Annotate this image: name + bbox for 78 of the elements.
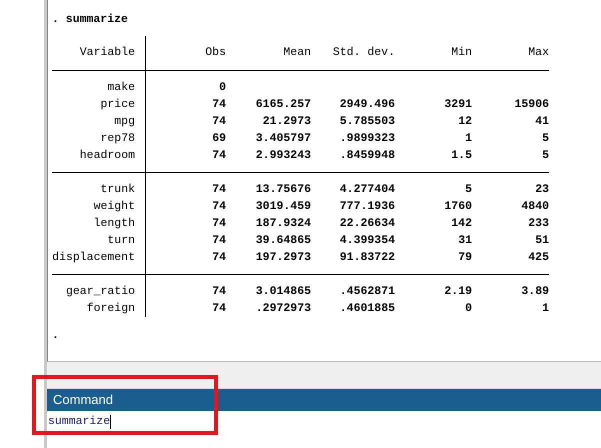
- table-cell-text: 2949.496: [340, 96, 395, 113]
- table-cell-text: 1760: [444, 198, 472, 215]
- table-cell-text: 4.277404: [340, 182, 395, 198]
- table-cell-text: 187.9324: [256, 216, 311, 232]
- text-cursor: [110, 415, 112, 429]
- table-cell-text: 31: [458, 232, 472, 249]
- column-header: Max: [528, 45, 549, 62]
- table-cell-text: 6165.257: [256, 96, 311, 113]
- variable-name: mpg: [114, 114, 135, 130]
- variable-name: rep78: [100, 130, 135, 147]
- table-cell-text: 3019.459: [256, 198, 311, 215]
- table-cell-text: 5: [542, 148, 549, 164]
- column-header: Mean: [283, 45, 311, 62]
- variable-name: foreign: [86, 300, 135, 317]
- table-cell-text: .8459948: [340, 148, 395, 164]
- table-cell-text: 1.5: [451, 148, 472, 164]
- table-cell-text: 2.993243: [256, 148, 311, 164]
- variable-name: headroom: [80, 148, 135, 164]
- table-cell-text: 4840: [521, 198, 549, 215]
- variable-name: gear_ratio: [66, 284, 135, 300]
- variable-name: length: [94, 216, 135, 232]
- table-cell-text: 74: [212, 114, 226, 130]
- table-cell-text: 3291: [444, 96, 472, 113]
- table-cell-text: 51: [535, 232, 549, 249]
- command-echo: . summarize: [52, 12, 128, 28]
- table-cell-text: 233: [528, 216, 549, 232]
- table-cell-text: 74: [212, 96, 226, 113]
- variable-name: weight: [94, 198, 135, 215]
- table-cell-text: 39.64865: [256, 232, 311, 249]
- table-cell-text: 41: [535, 114, 549, 130]
- table-cell-text: 777.1936: [340, 198, 395, 215]
- column-header: Obs: [205, 45, 226, 62]
- table-cell-text: 69: [212, 130, 226, 147]
- panel-title: Command: [47, 389, 601, 411]
- table-cell-text: .9899323: [340, 130, 395, 147]
- variable-name: displacement: [52, 250, 135, 266]
- table-cell-text: 142: [451, 216, 472, 232]
- table-cell-text: 12: [458, 114, 472, 130]
- table-cell-text: 1: [465, 130, 472, 147]
- table-cell-text: 1: [542, 300, 549, 317]
- table-cell-text: 15906: [514, 96, 549, 113]
- table-cell-text: 74: [212, 216, 226, 232]
- table-cell-text: 3.89: [521, 284, 549, 300]
- table-cell-text: 22.26634: [340, 216, 395, 232]
- column-header: Min: [451, 45, 472, 62]
- table-cell-text: 74: [212, 300, 226, 317]
- table-cell-text: 0: [465, 300, 472, 317]
- table-cell-text: 3.405797: [256, 130, 311, 147]
- table-cell-text: 4.399354: [340, 232, 395, 249]
- variable-name: make: [107, 80, 135, 96]
- table-cell-text: 91.83722: [340, 250, 395, 266]
- variable-name: trunk: [100, 182, 135, 198]
- table-cell-text: 0: [219, 80, 226, 96]
- variable-name: price: [100, 96, 135, 113]
- table-cell-text: 13.75676: [256, 182, 311, 198]
- table-cell-text: 74: [212, 250, 226, 266]
- variable-name: turn: [107, 232, 135, 249]
- table-cell-text: 74: [212, 232, 226, 249]
- table-cell-text: .4562871: [340, 284, 395, 300]
- prompt-dot: .: [52, 328, 59, 344]
- table-cell-text: .4601885: [340, 300, 395, 317]
- table-cell-text: .2972973: [256, 300, 311, 317]
- column-header: Variable: [80, 45, 135, 62]
- table-cell-text: 425: [528, 250, 549, 266]
- table-cell-text: 23: [535, 182, 549, 198]
- table-cell-text: 21.2973: [262, 114, 311, 130]
- table-cell-text: 197.2973: [256, 250, 311, 266]
- table-cell-text: 3.014865: [256, 284, 311, 300]
- table-cell-text: 74: [212, 148, 226, 164]
- table-cell-text: 5: [542, 130, 549, 147]
- table-cell-text: 74: [212, 284, 226, 300]
- table-cell-text: 5.785503: [340, 114, 395, 130]
- table-cell-text: 5: [465, 182, 472, 198]
- table-cell-text: 74: [212, 182, 226, 198]
- table-cell-text: 2.19: [444, 284, 472, 300]
- table-cell-text: 79: [458, 250, 472, 266]
- table-cell-text: 74: [212, 198, 226, 215]
- column-header: Std. dev.: [332, 45, 395, 62]
